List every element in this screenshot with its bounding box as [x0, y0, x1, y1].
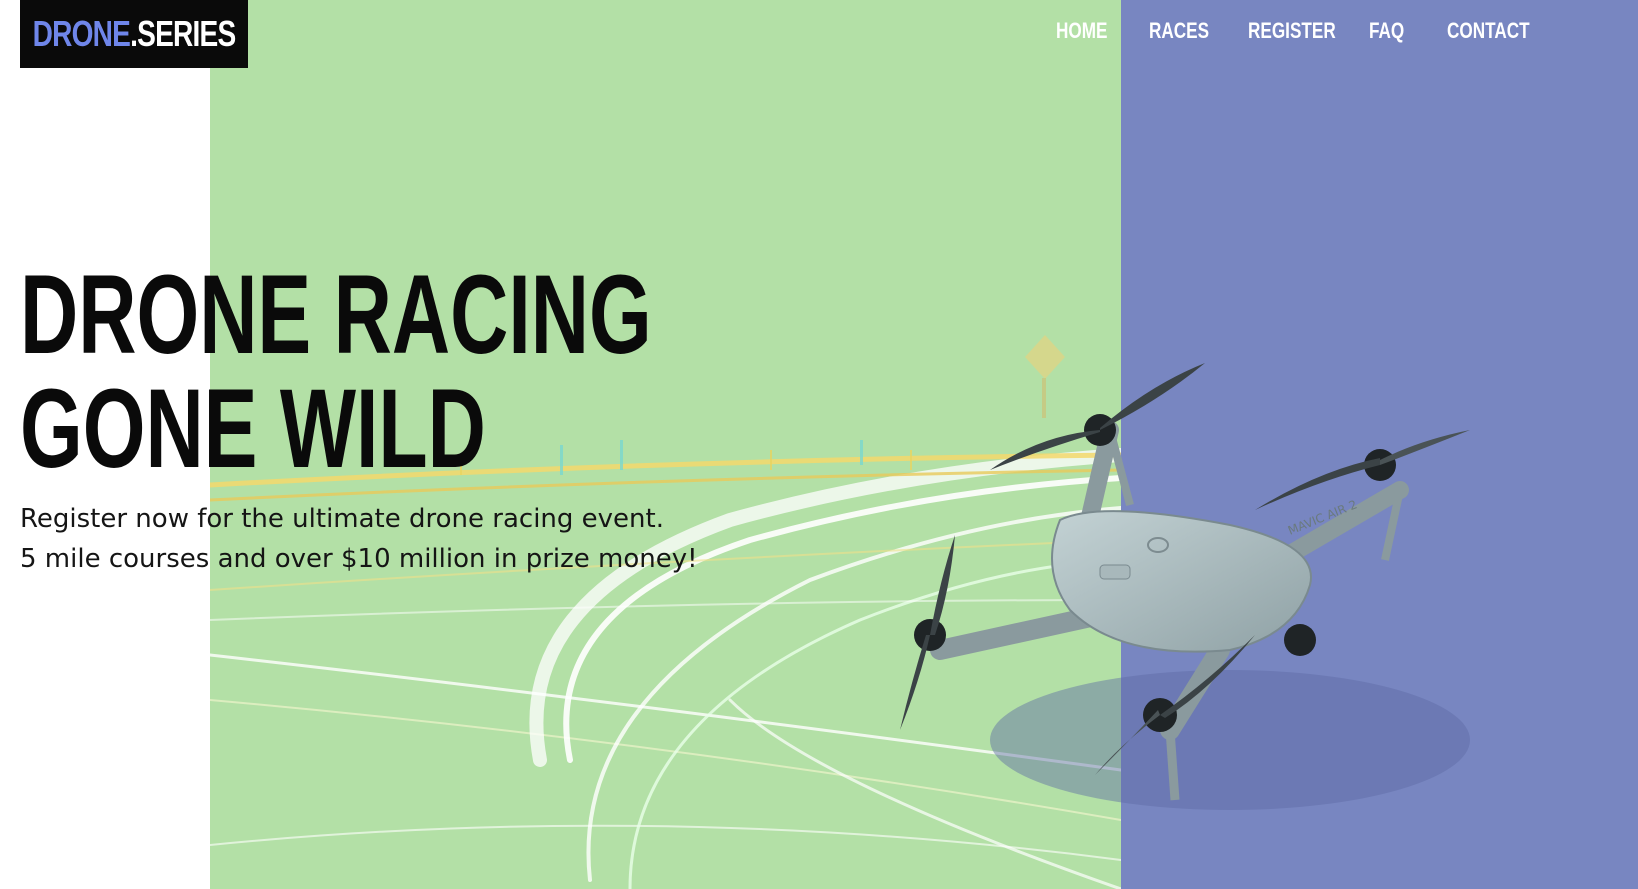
nav-contact-link[interactable]: CONTACT	[1447, 18, 1530, 44]
hero-title: DRONE RACING GONE WILD	[20, 258, 652, 486]
nav-home-link[interactable]: HOME	[1056, 18, 1107, 44]
hero-subtitle-line-1: Register now for the ultimate drone raci…	[20, 504, 664, 534]
nav-faq-link[interactable]: FAQ	[1369, 18, 1404, 44]
nav-races-link[interactable]: RACES	[1149, 18, 1209, 44]
hero-title-line-2: GONE WILD	[20, 366, 486, 491]
main-navigation: HOME RACES REGISTER FAQ CONTACT	[0, 18, 1638, 48]
drone-icon: MAVIC AIR 2	[900, 363, 1470, 810]
hero-title-line-1: DRONE RACING	[20, 252, 652, 377]
hero-subtitle: Register now for the ultimate drone raci…	[20, 499, 698, 579]
nav-register-link[interactable]: REGISTER	[1248, 18, 1336, 44]
hero-subtitle-line-2: 5 mile courses and over $10 million in p…	[20, 544, 698, 574]
